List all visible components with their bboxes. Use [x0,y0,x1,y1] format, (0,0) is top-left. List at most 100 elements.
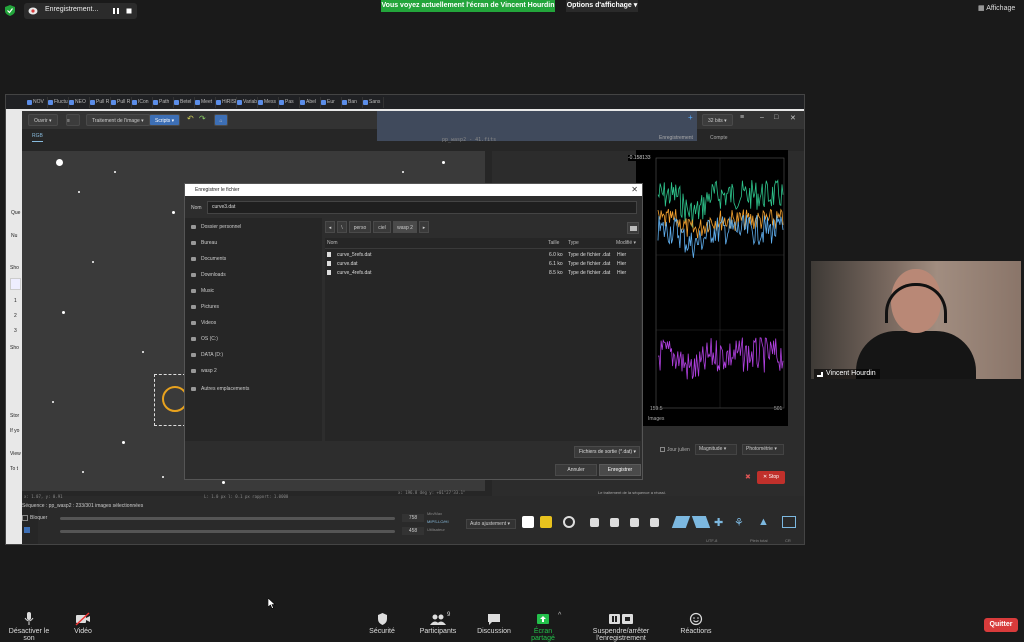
dialog-close-icon[interactable]: ✕ [631,184,638,196]
view-options-button[interactable]: Options d'affichage ▾ [566,0,638,12]
participants-button[interactable]: 9 Participants [418,612,458,635]
target-icon[interactable] [563,516,575,528]
crosshair-icon[interactable]: ✚ [714,516,723,529]
col-modified[interactable]: Modifié ▾ [616,240,636,246]
browser-tab[interactable]: NOV [26,97,48,108]
place-pictures[interactable]: Pictures [191,304,219,310]
path-root[interactable]: \ [337,221,347,233]
cancel-button[interactable]: Annuler [555,464,597,476]
pause-stop-recording-button[interactable]: Suspendre/arrêter l'enregistrement [570,612,672,642]
col-type[interactable]: Type [568,240,579,246]
compass-icon[interactable]: ⚘ [734,516,744,529]
file-row[interactable]: curve_5refs.dat 6.0 ko Type de fichier .… [325,252,641,260]
frame-icon-4[interactable] [650,518,659,527]
browser-tab[interactable]: HiRISE [215,97,237,108]
col-size[interactable]: Taille [548,240,559,246]
shield-check-icon[interactable] [5,5,15,16]
display-mode-user[interactable]: Utilisateur [427,527,445,532]
display-mode-minmax[interactable]: Min/Max [427,511,442,516]
pause-icon[interactable] [112,7,120,15]
hi-slider[interactable] [60,517,395,520]
redo-icon[interactable]: ↷ [199,114,206,123]
file-name-input[interactable]: curve3.dat [207,201,637,214]
path-back-icon[interactable]: ◂ [325,221,335,233]
browser-tab[interactable]: Abel [299,97,321,108]
stop-icon[interactable] [125,7,133,15]
security-button[interactable]: Sécurité [364,612,400,635]
frame-icon-1[interactable] [590,518,599,527]
frame-icon-3[interactable] [630,518,639,527]
col-name[interactable]: Nom [327,240,338,246]
chat-button[interactable]: Discussion [476,612,512,635]
path-wasp2[interactable]: wasp 2 [393,221,417,233]
path-perso[interactable]: perso [349,221,371,233]
histogram-icon[interactable] [522,516,534,528]
place-wasp2[interactable]: wasp 2 [191,368,217,374]
browser-tab[interactable]: Variab [236,97,258,108]
browser-tab[interactable]: Eur [320,97,342,108]
photometry-select[interactable]: Photométrie ▾ [742,444,784,455]
autoscale-select[interactable]: Auto ajustement ▾ [466,519,516,529]
browser-tab[interactable]: Pull R [110,97,132,108]
browser-tab[interactable]: Betel [173,97,195,108]
place-home[interactable]: Dossier personnel [191,224,241,230]
file-row[interactable]: curve.dat 6.1 ko Type de fichier .dat Hi… [325,261,641,269]
chevron-up-icon[interactable]: ^ [558,612,561,619]
open-button[interactable]: Ouvrir ▾ [28,114,58,126]
reactions-button[interactable]: Réactions [678,612,714,635]
place-desktop[interactable]: Bureau [191,240,217,246]
undo-icon[interactable]: ↶ [187,114,194,123]
place-videos[interactable]: Videos [191,320,216,326]
tab-rgb[interactable]: RGB [32,133,43,142]
lo-slider[interactable] [60,530,395,533]
place-data-d[interactable]: DATA (D:) [191,352,223,358]
path-forward-icon[interactable]: ▸ [419,221,429,233]
view-toggle-button[interactable]: ▦ Affichage [978,4,1015,12]
stop-button[interactable]: ✕ Stop [757,471,785,484]
participant-video[interactable]: Vincent Hourdin [811,261,1021,379]
tab-registration[interactable]: Enregistrement [659,135,693,141]
file-row[interactable]: curve_4refs.dat 8.5 ko Type de fichier .… [325,270,641,278]
mute-button[interactable]: Désactiver le son [4,612,54,642]
browser-tab[interactable]: Meet [194,97,216,108]
path-ciel[interactable]: ciel [373,221,391,233]
place-music[interactable]: Music [191,288,214,294]
browser-tab[interactable]: Pas [278,97,300,108]
browser-tab[interactable]: ICon [131,97,153,108]
tab-stacking[interactable]: Compte [710,135,728,141]
checkbox-checked[interactable] [24,527,30,533]
browser-tab[interactable]: Sans [362,97,384,108]
home-button[interactable]: ⌂ [214,114,228,126]
place-documents[interactable]: Documents [191,256,226,262]
save-button[interactable]: Enregistrer [599,464,641,476]
browser-tab[interactable]: Path [152,97,174,108]
display-mode-mips[interactable]: MIPS-LO/HI [427,519,449,524]
maximize-icon[interactable]: □ [774,114,778,121]
frame-icon-2[interactable] [610,518,619,527]
lo-value-input[interactable]: 458 [402,527,424,535]
quit-button[interactable]: Quitter [984,618,1018,632]
close-icon[interactable]: ✕ [790,114,796,122]
menu-button[interactable]: ≡ [66,114,80,126]
photometry-icon[interactable] [540,516,552,528]
lock-checkbox[interactable] [22,515,28,521]
menu-icon[interactable]: ≡ [740,114,744,121]
chart-icon[interactable]: ▲ [758,516,769,528]
julian-day-checkbox[interactable] [660,447,665,452]
hi-value-input[interactable]: 758 [402,514,424,522]
bit-depth-select[interactable]: 32 bits ▾ [702,114,733,126]
place-other-locations[interactable]: Autres emplacements [191,386,249,392]
file-filter-select[interactable]: Fichiers de sortie (*.dat) ▾ [574,446,640,458]
plus-icon[interactable]: + [688,113,693,122]
browser-tab[interactable]: Fluctu [47,97,69,108]
video-button[interactable]: Vidéo [66,612,100,635]
scripts-menu[interactable]: Scripts ▾ [149,114,181,126]
image-processing-menu[interactable]: Traitement de l'image ▾ [86,114,150,126]
browser-tab[interactable]: NEO [68,97,90,108]
layers-icon[interactable] [782,516,796,528]
browser-tab[interactable]: Ban [341,97,363,108]
browser-tab[interactable]: Mess [257,97,279,108]
magnitude-select[interactable]: Magnitude ▾ [695,444,737,455]
browser-tab[interactable]: Pull R [89,97,111,108]
clear-icon[interactable]: ✖ [745,473,751,481]
